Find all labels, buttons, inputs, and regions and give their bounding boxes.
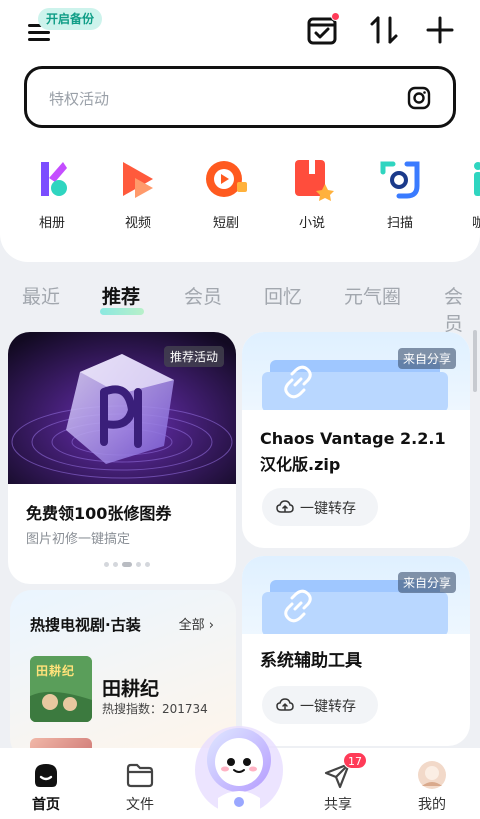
plus-icon[interactable] — [424, 14, 456, 46]
share-tag: 来自分享 — [397, 348, 456, 369]
share-card-1-header: 来自分享 — [242, 332, 470, 410]
save-to-drive-button[interactable]: 一键转存 — [262, 488, 378, 526]
avatar-icon — [417, 760, 447, 790]
drama-poster[interactable]: 田耕纪 — [30, 656, 92, 722]
calendar-check-icon[interactable] — [306, 12, 340, 46]
tab-recommend[interactable]: 推荐 — [102, 282, 140, 309]
save-to-drive-label: 一键转存 — [300, 699, 356, 715]
app-video[interactable]: 视频 — [108, 156, 168, 231]
scrollbar[interactable] — [473, 330, 477, 392]
nav-mine-label: 我的 — [418, 797, 446, 813]
hot-search-title: 热搜电视剧·古装 — [30, 616, 141, 634]
scan-icon — [377, 156, 423, 202]
link-icon — [278, 362, 318, 402]
share-card-2-header: 来自分享 — [242, 556, 470, 634]
nav-files[interactable]: 文件 — [110, 760, 170, 814]
short-drama-icon — [203, 156, 249, 202]
share-card-1[interactable]: 来自分享 Chaos Vantage 2.2.1 汉化版.zip 一键转存 — [242, 332, 470, 548]
top-area: 开启备份 特权活动 相册 视频 短剧 小说 扫描 咖 — [0, 0, 480, 262]
backup-button[interactable]: 开启备份 — [38, 8, 103, 30]
tab-recent[interactable]: 最近 — [22, 282, 60, 309]
promo-banner-image: 推荐活动 — [8, 332, 236, 484]
nav-share-label: 共享 — [324, 797, 352, 813]
tab-active-indicator — [100, 308, 144, 315]
drama-hot-index: 热搜指数：201734 — [102, 702, 208, 716]
app-short-drama[interactable]: 短剧 — [196, 156, 256, 231]
promo-tag: 推荐活动 — [163, 346, 224, 367]
share-badge: 17 — [343, 752, 367, 769]
tab-member-2[interactable]: 会员 — [444, 282, 480, 336]
app-short-drama-label: 短剧 — [212, 216, 239, 231]
nav-home-label: 首页 — [32, 797, 60, 813]
partial-app-icon — [458, 156, 480, 202]
transfer-icon[interactable] — [368, 14, 400, 46]
nav-files-label: 文件 — [126, 797, 154, 813]
link-icon — [278, 586, 318, 626]
app-novel-label: 小说 — [298, 216, 325, 231]
promo-title: 免费领100张修图券 — [26, 504, 172, 523]
tab-member[interactable]: 会员 — [184, 282, 222, 309]
app-video-label: 视频 — [124, 216, 151, 231]
app-scan-label: 扫描 — [386, 216, 413, 231]
share-tag: 来自分享 — [397, 572, 456, 593]
app-album-label: 相册 — [38, 216, 65, 231]
save-to-drive-label: 一键转存 — [300, 501, 356, 517]
tab-vitality[interactable]: 元气圈 — [344, 282, 401, 309]
send-icon: 17 — [323, 752, 367, 790]
album-icon — [29, 156, 75, 202]
share-card-2-title: 系统辅助工具 — [260, 651, 362, 671]
cloud-upload-icon — [276, 500, 294, 513]
search-bar[interactable]: 特权活动 — [24, 66, 456, 128]
video-icon — [115, 156, 161, 202]
app-album[interactable]: 相册 — [22, 156, 82, 231]
category-tabs: 最近 推荐 会员 回忆 元气圈 会员 — [0, 266, 480, 335]
search-placeholder: 特权活动 — [49, 90, 110, 108]
see-all-link[interactable]: 全部 › — [179, 614, 214, 633]
tab-memories[interactable]: 回忆 — [264, 282, 302, 309]
app-partial[interactable]: 咖 — [452, 156, 480, 231]
app-novel[interactable]: 小说 — [282, 156, 342, 231]
camera-icon[interactable] — [407, 86, 431, 110]
nav-mine[interactable]: 我的 — [402, 760, 462, 814]
app-shortcuts: 相册 视频 短剧 小说 扫描 咖 — [0, 156, 480, 236]
promo-subtitle: 图片初修一键搞定 — [26, 532, 131, 547]
app-partial-label: 咖 — [472, 216, 480, 231]
folder-icon — [125, 760, 155, 790]
notification-dot — [331, 12, 340, 21]
mascot-button[interactable] — [190, 718, 288, 816]
home-icon — [31, 760, 61, 790]
drama-title[interactable]: 田耕纪 — [102, 674, 159, 701]
novel-icon — [289, 156, 335, 202]
nav-home[interactable]: 首页 — [16, 760, 76, 814]
promo-card[interactable]: 推荐活动 免费领100张修图券 图片初修一键搞定 — [8, 332, 236, 584]
nav-share[interactable]: 17 共享 — [308, 752, 368, 814]
cloud-upload-icon — [276, 698, 294, 711]
carousel-dots — [104, 562, 164, 568]
drama-poster-title: 田耕纪 — [36, 664, 76, 678]
share-card-1-title: Chaos Vantage 2.2.1 汉化版.zip — [260, 429, 446, 474]
app-scan[interactable]: 扫描 — [370, 156, 430, 231]
